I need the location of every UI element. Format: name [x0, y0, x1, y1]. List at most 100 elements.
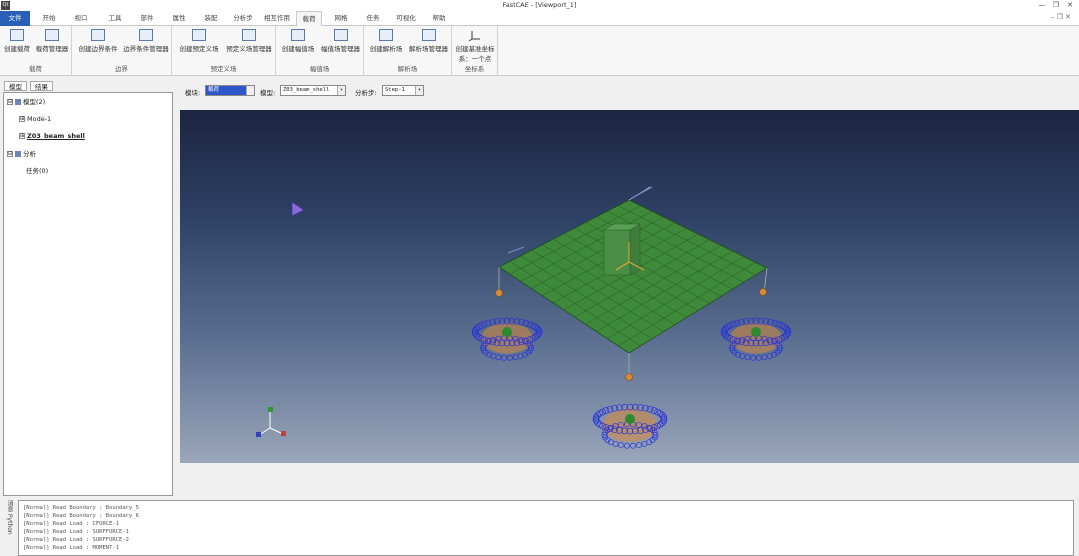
cursor-icon	[291, 201, 305, 217]
boundary-manager-button[interactable]: 边界条件管理器	[122, 29, 170, 61]
ribbon-group-csys: 创建基准坐标系：一个点 坐标系	[452, 26, 498, 76]
ribbon-group-label-amplitude: 幅值场	[309, 65, 330, 73]
menu-bar: 文件 开始 视口 工具 部件 属性 装配 分析步 相互作用 载荷 网格 任务 可…	[0, 11, 1079, 26]
global-axes-triad-icon	[256, 407, 286, 437]
create-analytical-icon	[379, 29, 393, 41]
predefined-manager-button[interactable]: 预定义场管理器	[224, 29, 274, 61]
menu-start[interactable]: 开始	[36, 11, 62, 26]
menu-tools[interactable]: 工具	[102, 11, 128, 26]
analytical-manager-label: 解析场管理器	[409, 45, 448, 53]
tab-messages[interactable]: 消息	[6, 500, 13, 512]
model-scene	[256, 186, 792, 449]
step-select[interactable]: Step-1 ▾	[382, 85, 424, 96]
menu-file[interactable]: 文件	[0, 11, 30, 26]
load-manager-button[interactable]: 载荷管理器	[34, 29, 70, 61]
create-load-button[interactable]: 创建载荷	[2, 29, 32, 61]
menu-visualization[interactable]: 可视化	[391, 11, 421, 26]
create-boundary-label: 创建边界条件	[78, 45, 118, 53]
console-line: [Normal] Read Load : CFORCE-1	[23, 521, 120, 527]
tab-python[interactable]: Python	[6, 514, 13, 535]
module-select[interactable]: 载荷 ▾	[205, 85, 255, 96]
expand-icon[interactable]: ⊞	[19, 116, 25, 122]
amplitude-manager-label: 幅值场管理器	[321, 45, 360, 53]
ribbon: 创建载荷 载荷管理器 载荷 创建边界条件 边界条件管理器 边界 创建预定义场 预…	[0, 26, 1079, 76]
viewport-3d[interactable]	[180, 110, 1079, 463]
tree-node-model[interactable]: ⊟ 模型(2)	[7, 97, 45, 108]
tab-result[interactable]: 结果	[30, 81, 53, 91]
expand-icon[interactable]: ⊞	[19, 133, 25, 139]
console-side-tabs: 消息 Python	[2, 500, 14, 556]
model-folder-icon	[15, 99, 21, 105]
module-label: 模块:	[185, 89, 201, 97]
analysis-folder-icon	[15, 151, 21, 157]
tree-node-label: Mode-1	[27, 115, 52, 123]
ribbon-group-analytical: 创建解析场 解析场管理器 解析场	[364, 26, 452, 76]
beam-block-mesh	[603, 223, 641, 276]
console-line: [Normal] Read Boundary : Boundary_5	[23, 505, 139, 511]
collapse-icon[interactable]: ⊟	[7, 99, 13, 105]
create-load-icon	[10, 29, 24, 41]
ribbon-group-label-boundary: 边界	[115, 65, 128, 73]
predefined-manager-label: 预定义场管理器	[226, 45, 272, 53]
ribbon-collapse-icons[interactable]: – ❐ ✕	[1051, 13, 1071, 21]
ribbon-group-label-csys: 坐标系	[464, 65, 485, 73]
menu-help[interactable]: 帮助	[426, 11, 452, 26]
menu-step[interactable]: 分析步	[229, 11, 257, 26]
analytical-manager-icon	[421, 29, 436, 41]
boundary-manager-label: 边界条件管理器	[123, 45, 169, 53]
chevron-down-icon: ▾	[337, 86, 345, 95]
console-line: [Normal] Read Load : SURFFORCE-1	[23, 529, 129, 535]
menu-load[interactable]: 载荷	[296, 11, 322, 26]
title-bar: Qt FastCAE - [Viewport_1] — ❐ ✕	[0, 0, 1079, 11]
create-analytical-button[interactable]: 创建解析场	[367, 29, 405, 61]
ribbon-group-label-analytical: 解析场	[397, 65, 418, 73]
menu-assembly[interactable]: 装配	[198, 11, 224, 26]
create-datum-csys-button[interactable]: 创建基准坐标系：一个点	[454, 29, 496, 63]
step-label: 分析步:	[355, 89, 377, 97]
create-predefined-button[interactable]: 创建预定义场	[176, 29, 222, 61]
tree-node-jobs[interactable]: 任务(0)	[26, 166, 48, 177]
amplitude-manager-button[interactable]: 幅值场管理器	[319, 29, 362, 61]
menu-interaction[interactable]: 相互作用	[260, 11, 294, 26]
chevron-down-icon: ▾	[415, 86, 423, 95]
console-line: [Normal] Read Boundary : Boundary_6	[23, 513, 139, 519]
menu-property[interactable]: 属性	[166, 11, 192, 26]
left-tabs: 模型 结果	[0, 79, 175, 91]
model-value: Z03_beam_shell	[283, 87, 330, 93]
model-select[interactable]: Z03_beam_shell ▾	[280, 85, 346, 96]
console-line: [Normal] Read Load : SURFFORCE-2	[23, 537, 129, 543]
restore-button[interactable]: ❐	[1049, 0, 1063, 11]
console-line: [Normal] Read Load : MOMENT-1	[23, 545, 120, 551]
close-button[interactable]: ✕	[1063, 0, 1077, 11]
create-amplitude-button[interactable]: 创建幅值场	[279, 29, 317, 61]
tree-node-analysis[interactable]: ⊟ 分析	[7, 149, 36, 160]
console-output[interactable]: [Normal] Read Boundary : Boundary_5 [Nor…	[18, 500, 1074, 556]
boundary-manager-icon	[139, 29, 153, 41]
model-tree-panel: 模型 结果 ⊟ 模型(2) ⊞ Mode-1 ⊞ Z03_beam_shell ⊟ 分析…	[0, 79, 175, 496]
create-datum-csys-label: 创建基准坐标系：一个点	[455, 45, 495, 63]
tree-node-mode-1[interactable]: ⊞ Mode-1	[19, 114, 51, 125]
load-manager-label: 载荷管理器	[35, 45, 69, 53]
analytical-manager-button[interactable]: 解析场管理器	[407, 29, 450, 61]
module-value: 载荷	[208, 87, 220, 93]
create-amplitude-icon	[291, 29, 305, 41]
collapse-icon[interactable]: ⊟	[7, 151, 13, 157]
predefined-manager-icon	[242, 29, 256, 41]
menu-job[interactable]: 任务	[360, 11, 386, 26]
create-boundary-button[interactable]: 创建边界条件	[76, 29, 120, 61]
menu-viewport[interactable]: 视口	[68, 11, 94, 26]
model-tree: ⊟ 模型(2) ⊞ Mode-1 ⊞ Z03_beam_shell ⊟ 分析 任务(0)	[3, 92, 173, 496]
menu-part[interactable]: 部件	[134, 11, 160, 26]
create-amplitude-label: 创建幅值场	[281, 45, 315, 53]
ribbon-group-label-predefined: 预定义场	[210, 65, 237, 73]
tree-node-label: 任务(0)	[26, 167, 49, 175]
tab-model[interactable]: 模型	[4, 81, 27, 91]
tree-node-label: Z03_beam_shell	[27, 132, 85, 140]
amplitude-manager-icon	[333, 29, 348, 41]
minimize-button[interactable]: —	[1035, 0, 1049, 11]
tree-node-z03-beam-shell[interactable]: ⊞ Z03_beam_shell	[19, 131, 85, 142]
menu-mesh[interactable]: 网格	[328, 11, 354, 26]
chevron-down-icon: ▾	[246, 86, 254, 95]
model-label: 模型:	[260, 89, 276, 97]
tree-node-label: 模型(2)	[23, 98, 46, 106]
